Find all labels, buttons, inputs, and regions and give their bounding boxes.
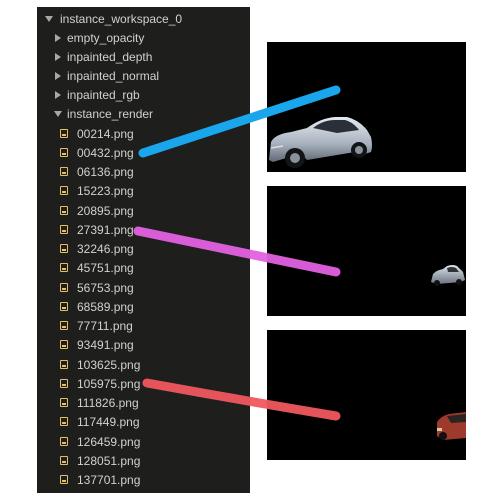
file-name: 27391.png: [77, 222, 134, 237]
image-file-icon: [60, 148, 68, 157]
image-file-icon: [60, 379, 68, 388]
file-name: 137701.png: [77, 472, 141, 487]
image-file-icon: [60, 398, 68, 407]
image-file-icon: [60, 206, 68, 215]
file-name: 103625.png: [77, 357, 141, 372]
chevron-right-icon[interactable]: [52, 71, 64, 80]
file-name: 68589.png: [77, 299, 134, 314]
chevron-right-icon[interactable]: [52, 90, 64, 99]
file-row[interactable]: 20895.png: [37, 201, 250, 220]
image-file-icon: [60, 129, 68, 138]
image-file-icon: [60, 302, 68, 311]
file-row[interactable]: 105975.png: [37, 374, 250, 393]
preview-image-105975: [267, 330, 466, 460]
preview-image-27391: [267, 186, 466, 316]
chevron-right-icon[interactable]: [52, 52, 64, 61]
file-row[interactable]: 103625.png: [37, 355, 250, 374]
file-row[interactable]: 111826.png: [37, 393, 250, 412]
file-name: 00432.png: [77, 145, 134, 160]
tree-folder-instance-render[interactable]: instance_render: [37, 104, 250, 123]
image-file-icon: [60, 437, 68, 446]
file-row[interactable]: 27391.png: [37, 220, 250, 239]
silver-sedan-small-render: [431, 265, 465, 286]
file-name: 93491.png: [77, 337, 134, 352]
tree-root-label: instance_workspace_0: [60, 11, 183, 26]
image-file-icon: [60, 360, 68, 369]
image-file-icon: [60, 263, 68, 272]
image-file-icon: [60, 244, 68, 253]
file-name: 111826.png: [77, 395, 139, 410]
file-row[interactable]: 77711.png: [37, 316, 250, 335]
file-name: 126459.png: [77, 434, 141, 449]
tree-folder-inpainted-depth[interactable]: inpainted_depth: [37, 47, 250, 66]
preview-image-00432: [267, 42, 466, 172]
file-name: 00214.png: [77, 126, 134, 141]
image-file-icon: [60, 283, 68, 292]
file-row[interactable]: 117449.png: [37, 412, 250, 431]
file-row[interactable]: 137701.png: [37, 470, 250, 489]
chevron-right-icon[interactable]: [52, 33, 64, 42]
image-file-icon: [60, 167, 68, 176]
tree-root-folder[interactable]: instance_workspace_0: [37, 9, 250, 28]
file-row[interactable]: 56753.png: [37, 278, 250, 297]
file-explorer: instance_workspace_0 empty_opacity inpai…: [37, 7, 250, 493]
file-row[interactable]: 68589.png: [37, 297, 250, 316]
file-name: 32246.png: [77, 241, 134, 256]
file-row[interactable]: 126459.png: [37, 432, 250, 451]
tree-folder-label: inpainted_rgb: [67, 87, 140, 102]
file-name: 45751.png: [77, 260, 134, 275]
file-row[interactable]: 06136.png: [37, 162, 250, 181]
file-row[interactable]: 32246.png: [37, 239, 250, 258]
image-file-icon: [60, 417, 68, 426]
chevron-down-icon[interactable]: [43, 15, 55, 22]
tree-folder-label: inpainted_normal: [67, 68, 160, 83]
image-file-icon: [60, 340, 68, 349]
file-row[interactable]: 45751.png: [37, 258, 250, 277]
image-file-icon: [60, 456, 68, 465]
image-file-icon: [60, 225, 68, 234]
file-name: 77711.png: [77, 318, 133, 333]
file-row[interactable]: 93491.png: [37, 335, 250, 354]
file-row[interactable]: 00432.png: [37, 143, 250, 162]
file-name: 56753.png: [77, 280, 134, 295]
red-car-partial-render: [437, 412, 466, 440]
tree-folder-empty-opacity[interactable]: empty_opacity: [37, 28, 250, 47]
file-row[interactable]: 15223.png: [37, 181, 250, 200]
tree-folder-inpainted-normal[interactable]: inpainted_normal: [37, 66, 250, 85]
file-name: 105975.png: [77, 376, 141, 391]
chevron-down-icon[interactable]: [52, 110, 64, 117]
file-row[interactable]: 00214.png: [37, 124, 250, 143]
silver-sedan-render: [269, 117, 372, 168]
image-file-icon: [60, 475, 68, 484]
file-name: 15223.png: [77, 183, 134, 198]
file-row[interactable]: 128051.png: [37, 451, 250, 470]
file-name: 117449.png: [77, 414, 140, 429]
image-file-icon: [60, 321, 68, 330]
file-name: 06136.png: [77, 164, 134, 179]
tree-folder-inpainted-rgb[interactable]: inpainted_rgb: [37, 85, 250, 104]
file-name: 20895.png: [77, 203, 134, 218]
tree-folder-label: empty_opacity: [67, 30, 145, 45]
file-name: 128051.png: [77, 453, 141, 468]
image-file-icon: [60, 186, 68, 195]
tree-folder-label: instance_render: [67, 106, 154, 121]
tree-folder-label: inpainted_depth: [67, 49, 153, 64]
